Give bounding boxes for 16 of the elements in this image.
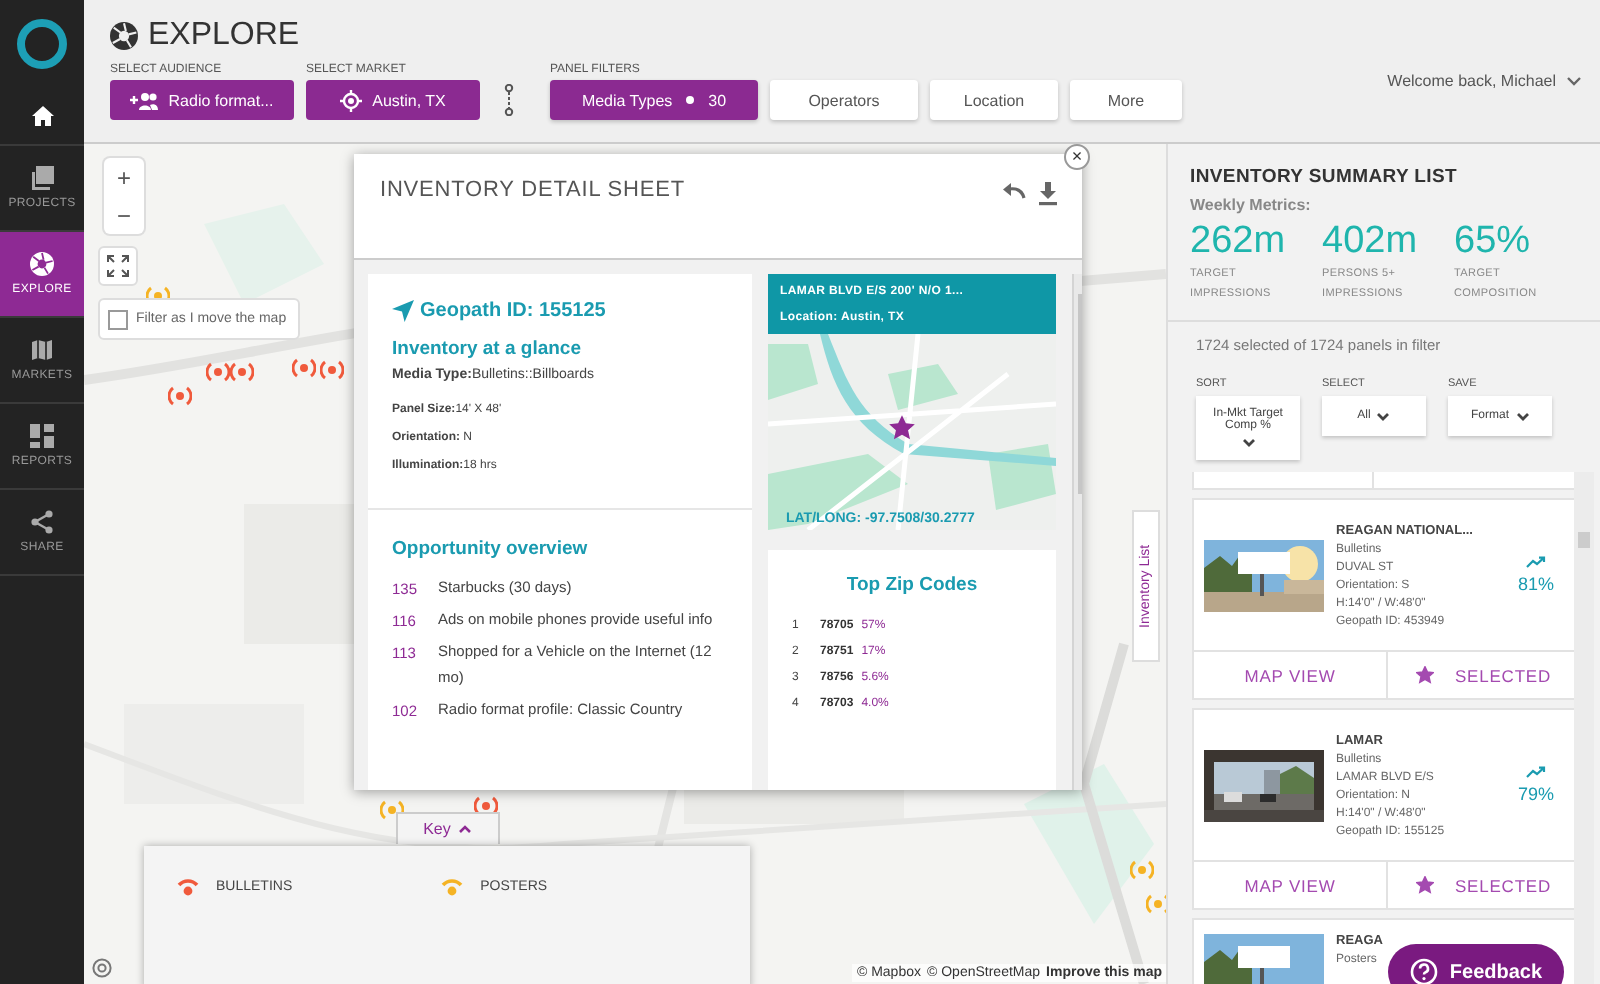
score-value: 79% (1517, 784, 1554, 804)
metric-value: 65% (1454, 220, 1533, 264)
audience-select[interactable]: Radio format... (110, 80, 294, 120)
metrics-label: Weekly Metrics: (1190, 196, 1313, 214)
filter-button[interactable]: More (1070, 80, 1182, 120)
page-title: EXPLORE (148, 18, 300, 54)
panel-title: INVENTORY SUMMARY LIST (1190, 166, 1460, 188)
filter-button[interactable]: Operators (770, 80, 918, 120)
filter-button[interactable]: Media Types 30 (550, 80, 758, 120)
metric-value: 402m (1322, 220, 1420, 264)
score-value: 81% (1517, 574, 1554, 594)
market-select[interactable]: Austin, TX (306, 80, 480, 120)
metric-value: 262m (1190, 220, 1288, 264)
feedback-button[interactable]: Feedback (1388, 944, 1564, 984)
filter-button[interactable]: Location (930, 80, 1058, 120)
welcome-text: Welcome back, Michael (1387, 71, 1556, 89)
